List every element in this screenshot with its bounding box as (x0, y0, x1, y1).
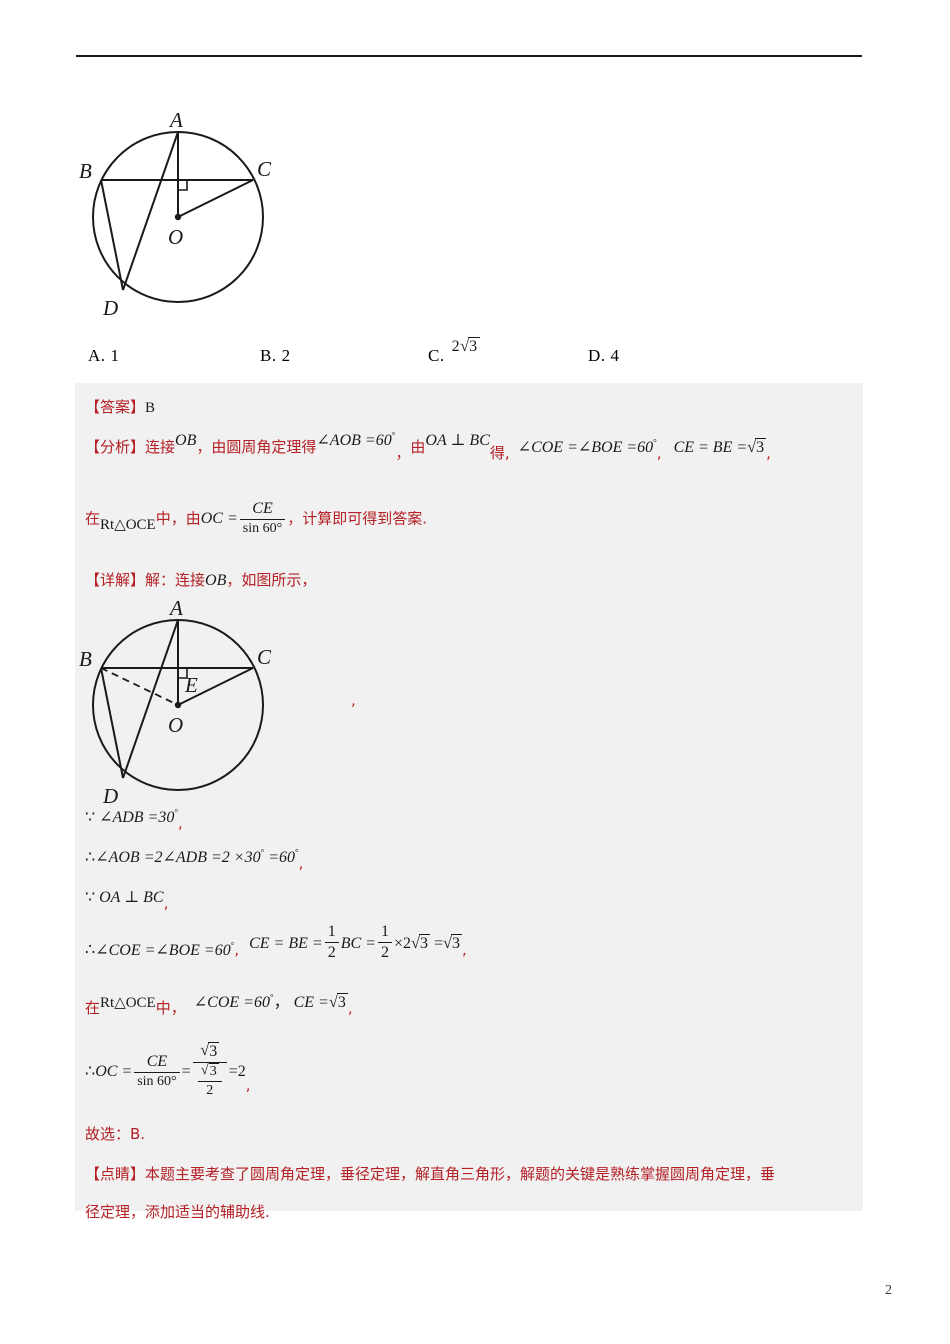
analysis-text-4: 得, (489, 444, 510, 462)
figure1-label-O: O (168, 225, 183, 249)
option-c-label: C. (428, 346, 445, 365)
proof-step-perp: ∵ OA ⊥ BC, (85, 887, 168, 912)
analysis-l2-math-rt: Rt△OCE (100, 517, 156, 534)
option-d-value: 4 (610, 346, 620, 365)
option-b[interactable]: B. 2 (260, 346, 291, 366)
analysis-text-1: 连接 (145, 438, 176, 456)
proof-step-aob: ∴∠AOB =2∠ADB =2 ×30° =60°, (85, 847, 303, 872)
analysis-math-ce-be: CE = BE = √ 3 (673, 437, 767, 456)
insight-tag: 【点睛】 (85, 1165, 146, 1183)
step5-comma-1: ， (273, 994, 290, 1011)
analysis-l2-comma: ， (287, 509, 303, 528)
step5-math-ce: CE = √ 3 (293, 992, 348, 1011)
analysis-math-aob: ∠AOB =60° (316, 430, 396, 449)
proof-step-oc: ∴OC = CE sin 60° = √ 3 √ 3 2 =2, (85, 1040, 251, 1102)
analysis-math-perp: OA ⊥ BC (425, 432, 490, 449)
figure1-label-A: A (168, 112, 183, 132)
solution-comma-1: ， (226, 571, 242, 589)
analysis-l2-text-3: 计算即可得到答案. (302, 509, 428, 528)
analysis-text-2: 由圆周角定理得 (211, 438, 317, 456)
step4-math-1: ∠COE =∠BOE =60° (95, 940, 235, 959)
option-b-label: B. (260, 346, 277, 365)
conclusion-text: 故选：B. (85, 1125, 146, 1143)
figure2-label-E: E (184, 673, 198, 697)
step5-math-coe: ∠COE =60° (193, 992, 274, 1011)
step1-prefix: ∵ (85, 809, 96, 826)
figure2-label-B: B (79, 647, 92, 671)
step4-prefix: ∴ (85, 941, 96, 959)
analysis-l2-text-1: 在 (85, 509, 101, 528)
circle-diagram-2: A B C D O E , (75, 596, 405, 820)
answer-line: 【答案】B (85, 396, 155, 417)
insight-line-2: 径定理，添加适当的辅助线. (85, 1201, 270, 1222)
analysis-comma-3: , (656, 444, 662, 462)
circle-diagram-1: A B C D O (75, 108, 375, 332)
option-a-value: 1 (110, 346, 120, 365)
figure2-label-A: A (168, 600, 183, 620)
figure2-label-O: O (168, 713, 183, 737)
analysis-l2-text-2: 中，由 (155, 509, 201, 528)
explanation-panel: 【答案】B 【分析】连接OB，由圆周角定理得∠AOB =60°，由OA ⊥ BC… (75, 383, 863, 1221)
analysis-comma-2: ， (395, 444, 411, 462)
step6-prefix: ∴ (85, 1062, 96, 1080)
step2-prefix: ∴ (85, 849, 96, 866)
step3-prefix: ∵ (85, 889, 96, 906)
step5-text-2: 中， (155, 999, 186, 1017)
step5-comma-2: , (347, 999, 353, 1017)
answer-value: B (145, 400, 156, 416)
analysis-text-3: 由 (410, 438, 426, 456)
step1-math: ∠ADB =30° (99, 807, 178, 826)
figure1-label-C: C (257, 157, 272, 181)
figure1-label-D: D (102, 296, 118, 320)
document-page: A B C D O A. 1 B. 2 C. 2 √ 3 D. 4 【答案】B 【分析】连接… (0, 0, 950, 1344)
option-b-value: 2 (281, 346, 291, 365)
figure1-label-B: B (79, 159, 92, 183)
figure2-trailing-comma: , (351, 691, 356, 709)
step2-math: ∠AOB =2∠ADB =2 ×30° =60° (95, 847, 299, 866)
option-d[interactable]: D. 4 (588, 346, 620, 366)
step2-comma: , (298, 854, 304, 872)
insight-line-1: 【点睛】本题主要考查了圆周角定理，垂径定理，解直角三角形，解题的关键是熟练掌握圆… (85, 1163, 775, 1184)
solution-math-ob: OB (205, 572, 227, 589)
step1-comma: , (177, 814, 183, 832)
insight-text-1: 本题主要考查了圆周角定理，垂径定理，解直角三角形，解题的关键是熟练掌握圆周角定理… (145, 1165, 776, 1183)
step4-math-2: CE = BE = 1 2 BC = 1 2 ×2 √ 3 = √ 3 (249, 923, 462, 962)
option-d-label: D. (588, 346, 606, 365)
step4-comma-2: , (462, 940, 467, 959)
solution-text-1: 解：连接 (145, 571, 206, 589)
insight-text-2: 径定理，添加适当的辅助线. (85, 1203, 270, 1221)
solution-tag: 【详解】 (85, 571, 146, 589)
figure2-label-D: D (102, 784, 118, 808)
conclusion-line: 故选：B. (85, 1123, 145, 1144)
option-c[interactable]: C. 2 √ 3 (428, 336, 480, 366)
step3-comma: , (163, 894, 169, 912)
analysis-math-coe: ∠COE =∠BOE =60° (517, 437, 657, 456)
header-rule (76, 55, 862, 57)
step6-comma: , (245, 1075, 251, 1094)
proof-step-adb: ∵ ∠ADB =30°, (85, 807, 183, 832)
figure2-label-C: C (257, 645, 272, 669)
answer-tag: 【答案】 (85, 398, 146, 416)
step4-comma-1: , (234, 940, 240, 959)
analysis-line-2: 在Rt△OCE中，由OC = CE sin 60° ，计算即可得到答案. (85, 500, 428, 538)
step5-text-1: 在 (85, 999, 101, 1017)
answer-options: A. 1 B. 2 C. 2 √ 3 D. 4 (88, 336, 868, 370)
analysis-comma-4: , (766, 444, 771, 462)
step3-math: OA ⊥ BC (99, 889, 164, 906)
step6-math: OC = CE sin 60° = √ 3 √ 3 2 =2 (95, 1040, 246, 1099)
step5-math-rt: Rt△OCE (100, 995, 156, 1011)
option-a-label: A. (88, 346, 106, 365)
analysis-line-1: 【分析】连接OB，由圆周角定理得∠AOB =60°，由OA ⊥ BC得, ∠COE… (85, 431, 771, 462)
option-a[interactable]: A. 1 (88, 346, 120, 366)
page-number: 2 (885, 1283, 892, 1298)
analysis-l2-math-oc: OC = CE sin 60° (201, 500, 287, 536)
analysis-tag: 【分析】 (85, 438, 146, 456)
solution-line: 【详解】解：连接OB，如图所示， (85, 569, 316, 590)
solution-text-2: 如图所示， (241, 571, 317, 589)
proof-step-rt: 在Rt△OCE中， ∠COE =60°， CE = √ 3, (85, 988, 353, 1017)
proof-step-coe: ∴∠COE =∠BOE =60°, CE = BE = 1 2 BC = 1 2 ×2 √ 3 =… (85, 923, 467, 971)
option-c-value: 2 √ 3 (451, 336, 480, 355)
analysis-math-ob: OB (175, 432, 197, 449)
analysis-comma-1: ， (196, 438, 212, 456)
